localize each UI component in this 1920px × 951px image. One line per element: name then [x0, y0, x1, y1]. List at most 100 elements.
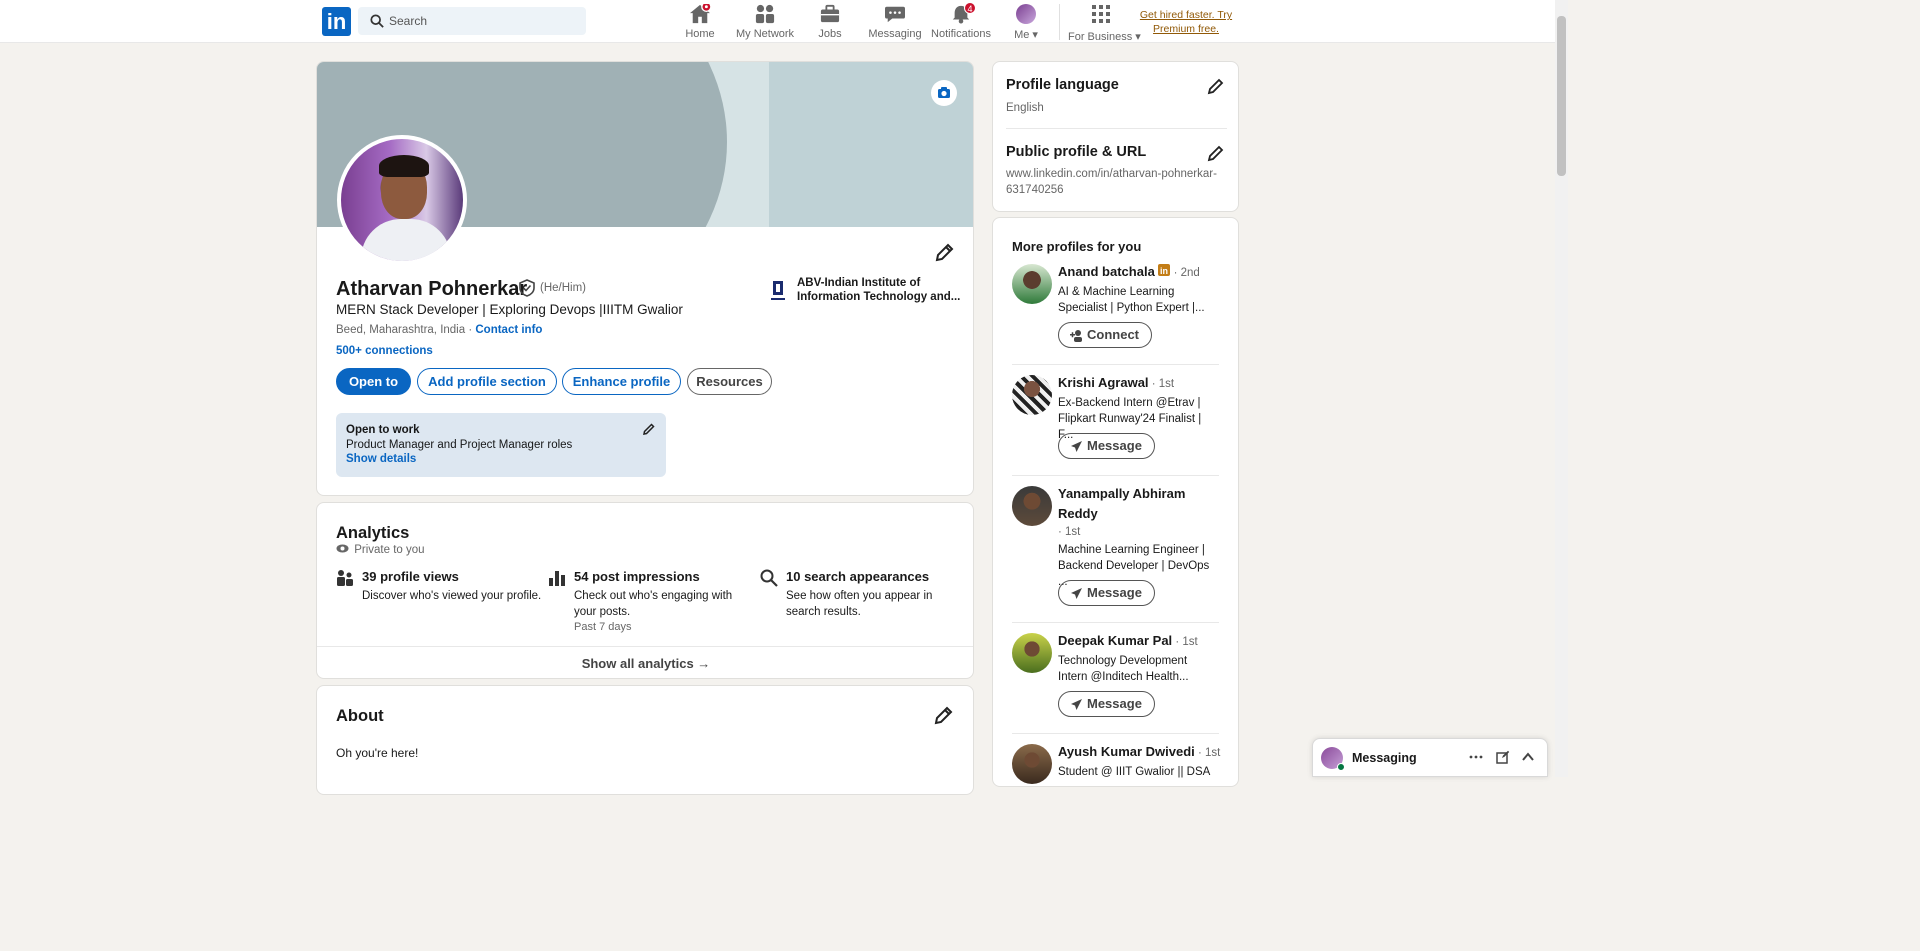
profile-card: Atharvan Pohnerkar (He/Him) MERN Stack D… — [316, 61, 974, 496]
messaging-overlay[interactable]: Messaging — [1312, 738, 1548, 777]
profile-language-title: Profile language — [1006, 77, 1119, 93]
connection-degree: · 2nd — [1170, 267, 1200, 279]
eye-icon — [336, 544, 349, 553]
chevron-up-icon[interactable] — [1521, 750, 1535, 764]
svg-text:in: in — [1160, 266, 1168, 276]
search-input[interactable]: Search — [389, 14, 427, 28]
pencil-icon[interactable] — [642, 422, 656, 436]
premium-link[interactable]: Get hired faster. Try Premium free. — [1138, 8, 1234, 36]
message-button[interactable]: Message — [1058, 580, 1155, 606]
pencil-icon[interactable] — [1206, 76, 1226, 96]
profile-location: Beed, Maharashtra, India · Contact info — [336, 324, 542, 336]
stat-desc: Discover who's viewed your profile. — [362, 590, 542, 602]
more-options-icon[interactable] — [1469, 750, 1483, 764]
education-line-1: ABV-Indian Institute of — [797, 277, 921, 289]
person-name-text: Yanampally Abhiram Reddy — [1058, 486, 1186, 521]
profile-pronouns: (He/Him) — [540, 282, 586, 294]
profile-headline: MERN Stack Developer | Exploring Devops … — [336, 302, 683, 317]
network-icon — [755, 4, 775, 24]
education-line-2: Information Technology and... — [797, 291, 961, 303]
person-name-text: Deepak Kumar Pal — [1058, 633, 1173, 648]
edit-banner-button[interactable] — [931, 80, 957, 106]
more-profiles-card: More profiles for you Anand batchala in … — [992, 217, 1239, 787]
verified-shield-icon[interactable] — [518, 279, 536, 297]
search-box[interactable]: Search — [358, 7, 586, 35]
open-to-work-box: Open to work Product Manager and Project… — [336, 413, 666, 477]
search-icon — [760, 569, 778, 587]
pencil-icon[interactable] — [1206, 143, 1226, 163]
nav-me[interactable]: Me ▾ — [1010, 4, 1042, 41]
avatar[interactable] — [1012, 486, 1052, 526]
person-headline: Student @ IIIT Gwalior || DSA — [1058, 766, 1211, 778]
search-icon — [370, 14, 384, 28]
person-name[interactable]: Anand batchala in · 2nd — [1058, 264, 1200, 279]
nav-for-business[interactable]: For Business ▾ — [1068, 4, 1141, 43]
avatar[interactable] — [1012, 264, 1052, 304]
person-name-text: Ayush Kumar Dwivedi — [1058, 744, 1195, 759]
home-icon — [690, 4, 711, 24]
resources-button[interactable]: Resources — [687, 368, 772, 395]
show-all-analytics-button[interactable]: Show all analytics → — [317, 646, 973, 678]
add-profile-section-button[interactable]: Add profile section — [417, 368, 557, 395]
nav-divider — [1059, 4, 1060, 40]
person-name[interactable]: Yanampally Abhiram Reddy — [1058, 484, 1218, 524]
camera-icon — [938, 87, 950, 98]
nav-my-network[interactable]: My Network — [736, 4, 794, 40]
linkedin-logo-icon[interactable]: in — [322, 7, 351, 36]
avatar[interactable] — [1012, 744, 1052, 784]
nav-jobs[interactable]: Jobs — [812, 4, 848, 40]
top-nav: in Search Home My Network Jobs Messaging… — [0, 0, 1555, 43]
message-label: Message — [1087, 696, 1142, 711]
profile-language-value: English — [1006, 102, 1044, 114]
nav-label-for-business: For Business ▾ — [1068, 31, 1141, 43]
person-headline: AI & Machine Learning Specialist | Pytho… — [1058, 286, 1205, 314]
location-text: Beed, Maharashtra, India · — [336, 324, 476, 336]
profile-photo[interactable] — [337, 135, 467, 265]
connect-button[interactable]: Connect — [1058, 322, 1152, 348]
stat-desc: Check out who's engaging with your posts… — [574, 590, 733, 618]
send-icon — [1071, 441, 1082, 452]
notifications-badge: 4 — [964, 2, 976, 14]
avatar[interactable] — [1012, 633, 1052, 673]
more-profiles-title: More profiles for you — [1012, 239, 1142, 254]
scrollbar-thumb[interactable] — [1557, 16, 1566, 176]
pencil-icon — [935, 243, 954, 262]
person-name[interactable]: Deepak Kumar Pal · 1st — [1058, 633, 1198, 648]
contact-info-link[interactable]: Contact info — [475, 324, 542, 336]
nav-messaging[interactable]: Messaging — [866, 4, 924, 40]
analytics-card: Analytics Private to you 39 profile view… — [316, 502, 974, 679]
profile-photo-shirt — [361, 219, 451, 261]
messaging-label: Messaging — [1352, 751, 1417, 765]
person-name[interactable]: Krishi Agrawal · 1st — [1058, 375, 1174, 390]
message-button[interactable]: Message — [1058, 691, 1155, 717]
profile-photo-hair — [379, 155, 429, 177]
pencil-icon[interactable] — [933, 704, 955, 726]
avatar[interactable] — [1012, 375, 1052, 415]
open-to-button[interactable]: Open to — [336, 368, 411, 395]
message-label: Message — [1087, 585, 1142, 600]
nav-notifications[interactable]: 4 Notifications — [930, 2, 992, 40]
private-text: Private to you — [354, 544, 425, 556]
message-button[interactable]: Message — [1058, 433, 1155, 459]
profile-name: Atharvan Pohnerkar — [336, 278, 528, 300]
compose-icon[interactable] — [1496, 750, 1510, 764]
divider — [1012, 364, 1219, 365]
nav-home[interactable]: Home — [680, 4, 720, 40]
connections-link[interactable]: 500+ connections — [336, 345, 433, 357]
connect-label: Connect — [1087, 327, 1139, 342]
send-icon — [1071, 699, 1082, 710]
enhance-profile-button[interactable]: Enhance profile — [562, 368, 681, 395]
avatar — [1016, 4, 1036, 24]
edit-intro-button[interactable] — [927, 236, 961, 270]
show-details-link[interactable]: Show details — [346, 453, 416, 465]
analytics-title: Analytics — [336, 524, 410, 542]
open-to-work-title: Open to work — [346, 424, 420, 436]
send-icon — [1071, 588, 1082, 599]
open-to-work-roles: Product Manager and Project Manager role… — [346, 439, 573, 451]
connection-degree: · 1st — [1148, 378, 1175, 390]
stat-desc: See how often you appear in search resul… — [786, 590, 933, 618]
nav-label-messaging: Messaging — [868, 28, 922, 40]
divider — [1006, 128, 1227, 129]
people-icon — [337, 570, 353, 586]
person-name[interactable]: Ayush Kumar Dwivedi · 1st — [1058, 744, 1220, 759]
